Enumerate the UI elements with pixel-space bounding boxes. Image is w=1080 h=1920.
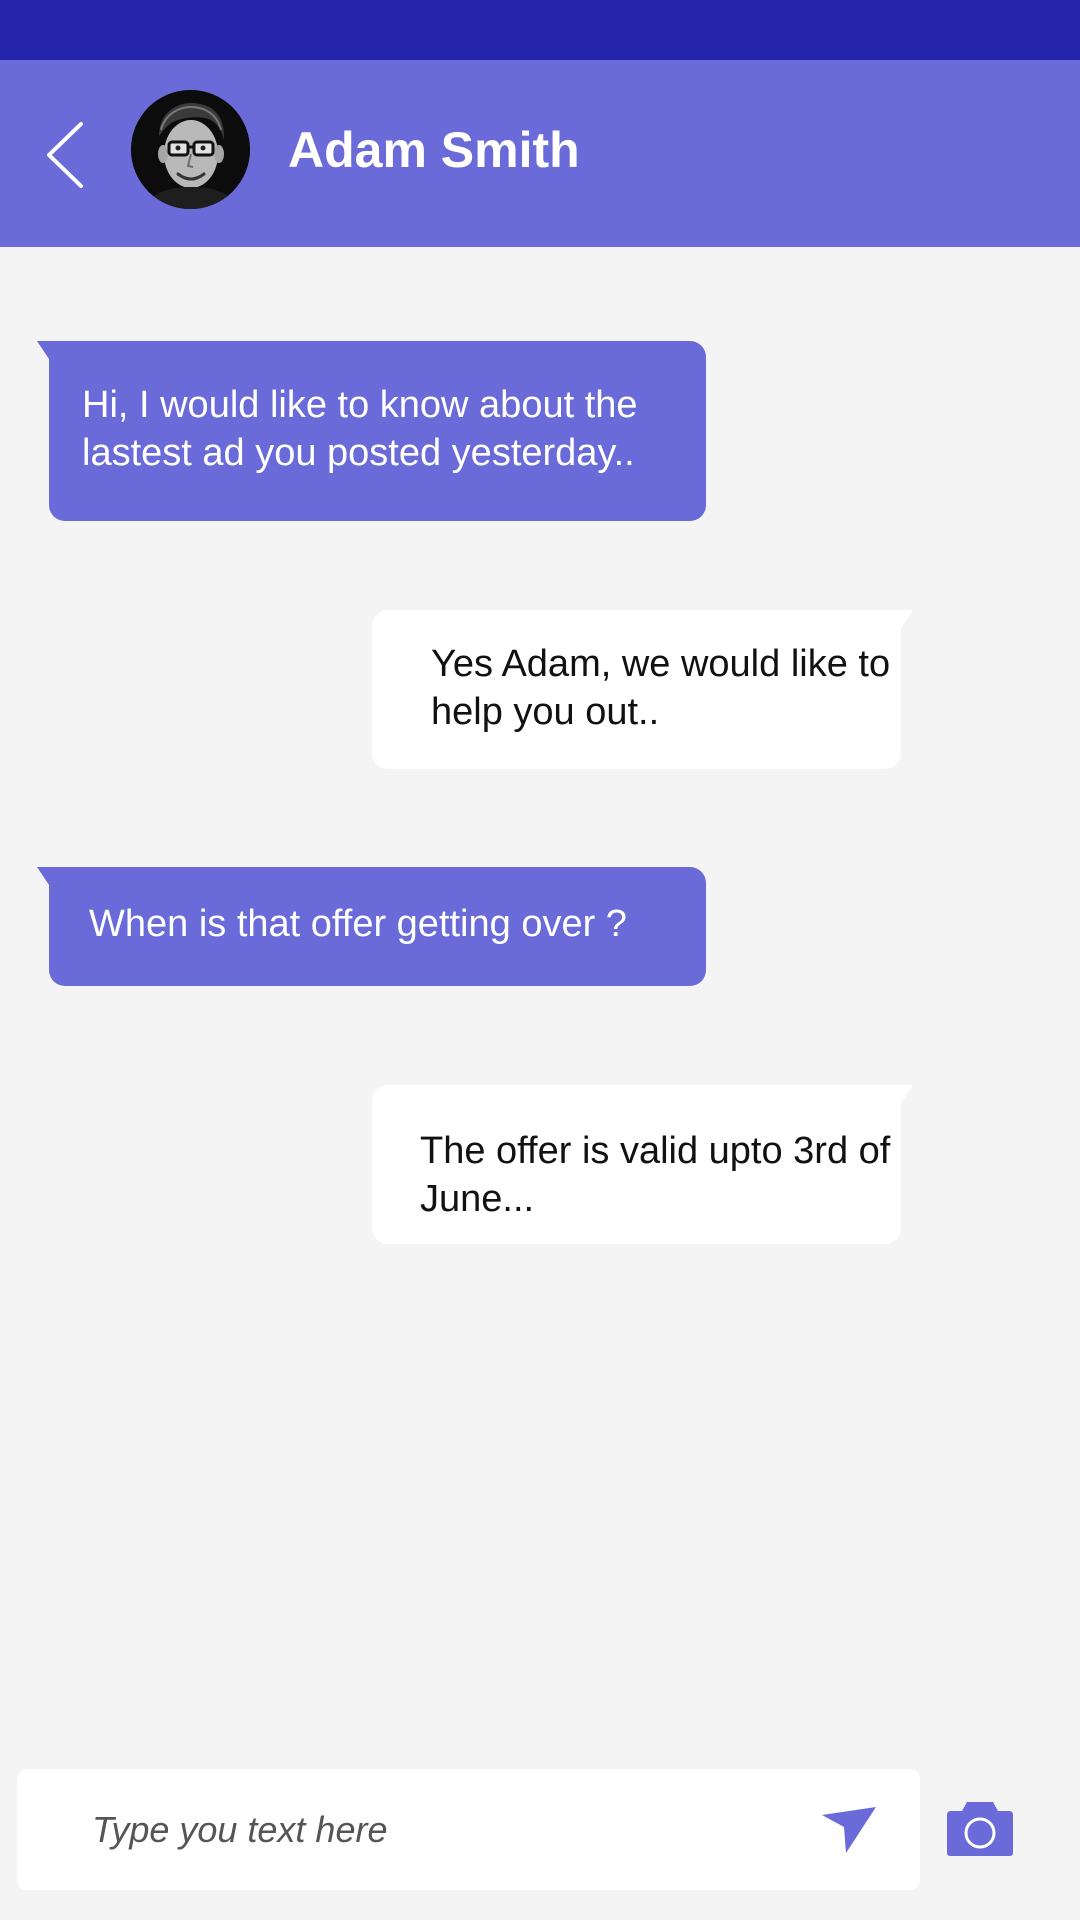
chevron-left-icon	[47, 122, 83, 188]
message-bubble-incoming: Hi, I would like to know about the laste…	[37, 341, 706, 521]
message-text: When is that offer getting over ?	[89, 903, 627, 945]
message-text: The offer is valid upto 3rd of June...	[420, 1130, 891, 1220]
avatar[interactable]	[131, 90, 250, 209]
send-icon	[822, 1807, 876, 1853]
message-text: Yes Adam, we would like to help you out.…	[431, 643, 891, 733]
contact-name: Adam Smith	[288, 122, 580, 178]
camera-button[interactable]	[942, 1795, 1018, 1861]
chat-header: Adam Smith	[0, 60, 1080, 247]
message-text: Hi, I would like to know about the laste…	[82, 384, 638, 474]
back-button[interactable]	[20, 110, 110, 200]
message-bubble-incoming: When is that offer getting over ?	[37, 867, 706, 986]
message-input[interactable]	[17, 1769, 797, 1890]
message-bubble-outgoing: Yes Adam, we would like to help you out.…	[372, 610, 913, 769]
avatar-photo	[131, 90, 250, 209]
message-bubble-outgoing: The offer is valid upto 3rd of June...	[372, 1085, 913, 1244]
status-bar	[0, 0, 1080, 60]
camera-icon	[947, 1802, 1013, 1856]
send-button[interactable]	[814, 1799, 884, 1861]
message-composer	[17, 1769, 920, 1890]
